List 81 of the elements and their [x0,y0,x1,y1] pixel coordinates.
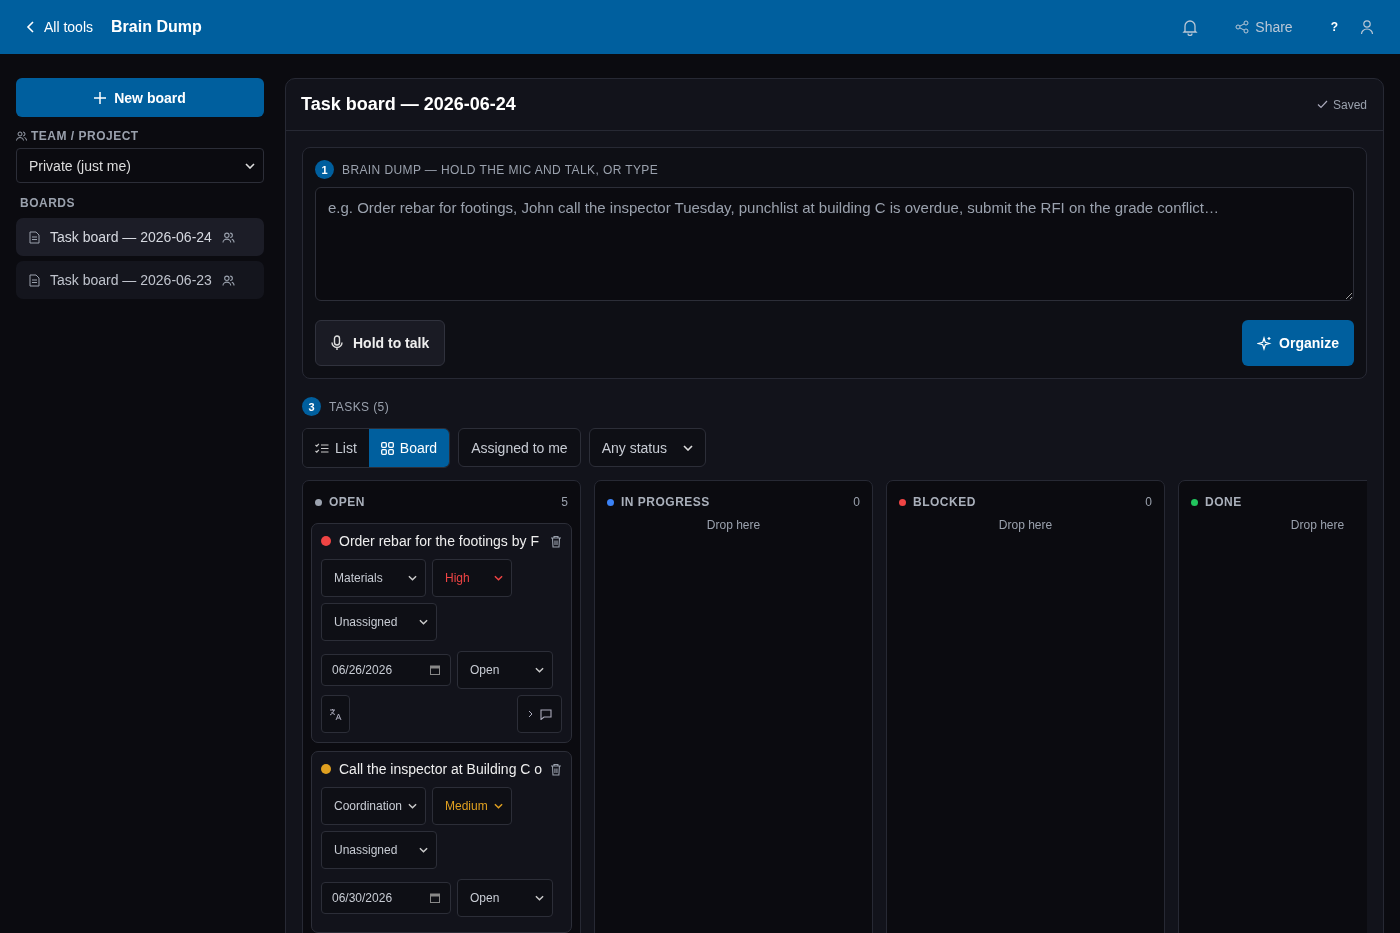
user-icon[interactable] [1360,19,1374,35]
assignee-select[interactable]: Unassigned [321,603,437,641]
bell-icon[interactable] [1181,18,1200,36]
column-title: IN PROGRESS [621,495,710,509]
calendar-icon [430,893,440,903]
task-title: Order rebar for the footings by F [339,533,540,549]
board-title: Task board — 2026-06-24 [301,94,516,115]
boards-label: BOARDS [20,196,76,210]
chevron-down-icon [535,895,544,901]
chevron-down-icon [494,575,503,581]
comments-button[interactable] [517,695,562,733]
step-badge: 3 [302,397,321,416]
drop-zone-text: Drop here [1289,518,1346,532]
due-date-field[interactable]: 06/30/2026 [321,882,451,914]
category-select[interactable]: Coordination [321,787,426,825]
chevron-down-icon [494,803,503,809]
due-date-field[interactable]: 06/26/2026 [321,654,451,686]
section-label: TASKS (5) [329,399,390,414]
priority-select[interactable]: Medium [432,787,512,825]
task-card[interactable]: Order rebar for the footings by F Materials High Unassigned 06/26/2026 Open [311,523,572,743]
plus-icon [94,91,107,104]
new-board-button[interactable]: New board [16,78,264,117]
chevron-down-icon [683,444,694,451]
check-icon [1316,100,1328,109]
translate-button[interactable] [321,695,350,733]
board-item[interactable]: Task board — 2026-06-24 [16,218,264,256]
section-label: BRAIN DUMP — HOLD THE MIC AND TALK, OR TYPE [342,162,659,177]
trash-icon[interactable] [550,534,562,548]
task-card[interactable]: Call the inspector at Building C o Coordination Medium Unassigned 06/30/2026 Open [311,751,572,933]
trash-icon[interactable] [550,762,562,776]
comment-icon [539,708,552,720]
checklist-icon [315,442,329,454]
column-count: 0 [1145,495,1152,509]
sparkle-icon [1257,335,1273,351]
app-title: Brain Dump [111,18,202,36]
share-icon [1235,20,1250,34]
saved-status: Saved [1316,97,1367,112]
hold-to-talk-button[interactable]: Hold to talk [315,320,446,366]
column-title: BLOCKED [913,495,976,509]
grid-icon [380,441,394,455]
users-icon [221,274,235,286]
calendar-icon [430,665,440,675]
chevron-down-icon [419,847,428,853]
chevron-right-icon [527,710,533,718]
column-title: DONE [1205,495,1242,509]
status-select[interactable]: Open [457,651,553,689]
assigned-to-me-button[interactable]: Assigned to me [458,428,581,467]
board-view-tab[interactable]: Board [368,429,450,467]
back-link[interactable]: All tools [26,19,94,35]
translate-icon [329,707,342,721]
column-title: OPEN [329,495,365,509]
chevron-down-icon [535,667,544,673]
assignee-select[interactable]: Unassigned [321,831,437,869]
priority-select[interactable]: High [432,559,512,597]
share-button[interactable]: Share [1235,19,1293,35]
document-icon [29,273,40,287]
team-label: TEAM / PROJECT [31,129,139,143]
chevron-left-icon [26,20,36,34]
brain-dump-input[interactable]: e.g. Order rebar for footings, John call the inspector Tuesday, punchlist at building C is overdue, submit the RFI on the grade conflict… [315,187,1354,301]
chevron-down-icon [419,619,428,625]
drop-zone-text: Drop here [705,518,762,532]
list-view-tab[interactable]: List [303,429,369,467]
step-badge: 1 [315,160,334,179]
drop-zone-text: Drop here [997,518,1054,532]
status-filter-select[interactable]: Any status [588,428,707,467]
users-icon [16,131,27,141]
column-count: 5 [561,495,568,509]
task-title: Call the inspector at Building C o [339,761,543,777]
board-item[interactable]: Task board — 2026-06-23 [16,261,264,299]
users-icon [221,231,235,243]
status-select[interactable]: Open [457,879,553,917]
column-count: 0 [853,495,860,509]
chevron-down-icon [408,803,417,809]
chevron-down-icon [408,575,417,581]
organize-button[interactable]: Organize [1242,320,1354,366]
category-select[interactable]: Materials [321,559,426,597]
document-icon [29,230,40,244]
chevron-down-icon [245,162,255,169]
team-select[interactable]: Private (just me) [16,148,264,183]
microphone-icon [331,335,343,351]
help-button[interactable]: ? [1330,20,1338,34]
